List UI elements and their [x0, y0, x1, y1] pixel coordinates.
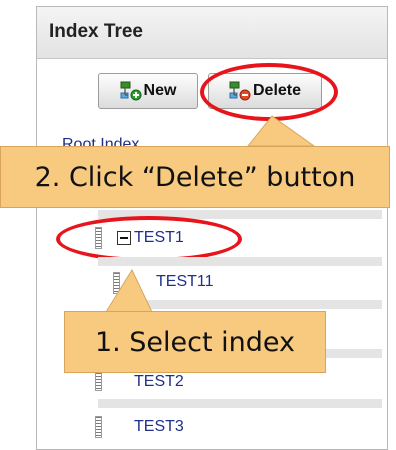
callout-pointers — [105, 115, 316, 313]
callout-select-index: 1. Select index — [64, 311, 326, 373]
callout-click-delete: 2. Click “Delete” button — [0, 146, 390, 208]
